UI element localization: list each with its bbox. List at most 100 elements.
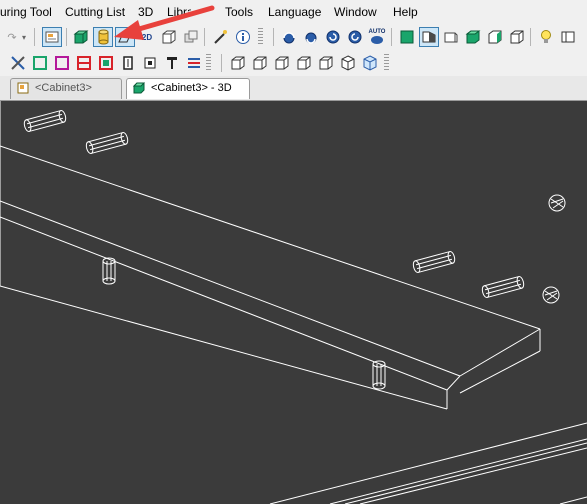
dowel-group xyxy=(23,109,566,390)
front-view-button[interactable] xyxy=(397,27,417,47)
rotate-down-button[interactable] xyxy=(345,27,365,47)
toolbar-grip[interactable] xyxy=(206,54,211,72)
box-outline-button[interactable] xyxy=(159,27,179,47)
tab-cabinet3-3d[interactable]: <Cabinet3> - 3D xyxy=(126,78,250,99)
rotate-up-icon xyxy=(305,32,317,44)
cube-icon xyxy=(319,56,333,70)
rotate-down-icon xyxy=(348,30,362,44)
wireframe-view-button[interactable] xyxy=(115,27,135,47)
wireframe-scene xyxy=(0,101,587,504)
magic-wand-button[interactable] xyxy=(210,27,230,47)
iso-view-button[interactable] xyxy=(485,27,505,47)
layers-button[interactable] xyxy=(184,53,204,73)
menu-cutting-list[interactable]: Cutting List xyxy=(65,5,125,19)
cube-view-4-button[interactable] xyxy=(294,53,314,73)
solid-box-icon xyxy=(73,30,89,44)
box-view-button[interactable] xyxy=(507,27,527,47)
layers-icon xyxy=(188,58,200,68)
auto-rotate-button[interactable]: AUTO xyxy=(367,27,387,47)
tab-label: <Cabinet3> - 3D xyxy=(151,82,232,94)
hardware-button[interactable] xyxy=(140,53,160,73)
iso-cube-blue-button[interactable] xyxy=(360,53,380,73)
menu-library[interactable]: Library xyxy=(167,5,191,19)
iso-cube-icon xyxy=(341,55,355,71)
tab-cabinet3[interactable]: <Cabinet3> xyxy=(10,78,122,99)
screw-button[interactable] xyxy=(162,53,182,73)
light-bulb-button[interactable] xyxy=(536,27,556,47)
toolbar-grip[interactable] xyxy=(384,54,389,72)
wireframe-icon xyxy=(118,32,132,43)
tools-cross-button[interactable] xyxy=(8,53,28,73)
menu-measuring-tool[interactable]: uring Tool xyxy=(0,5,52,19)
box-icon xyxy=(510,30,524,44)
cube-view-2-button[interactable] xyxy=(250,53,270,73)
menu-bar: uring Tool Cutting List 3D Library Tools… xyxy=(0,0,587,24)
copy-view-button[interactable] xyxy=(181,27,201,47)
solid-view-button[interactable] xyxy=(71,27,91,47)
auto-rotate-icon xyxy=(371,36,383,44)
cube-icon xyxy=(275,56,289,70)
cross-tools-icon xyxy=(11,56,25,70)
menu-tools[interactable]: Tools xyxy=(225,5,253,19)
side-panel-wireframe xyxy=(269,422,587,504)
menu-language[interactable]: Language xyxy=(268,5,321,19)
dowel-vertical-1 xyxy=(102,257,116,285)
redo-dropdown-icon[interactable]: ▾ xyxy=(18,27,30,47)
green-frame-icon xyxy=(33,56,47,70)
tab-label: <Cabinet3> xyxy=(35,82,92,94)
properties-icon xyxy=(45,31,59,43)
red-frame-icon xyxy=(77,56,91,70)
cylinder-icon xyxy=(98,29,109,45)
info-icon xyxy=(236,30,250,44)
cube-icon xyxy=(253,56,267,70)
info-button[interactable] xyxy=(233,27,253,47)
rotate-right-button[interactable] xyxy=(323,27,343,47)
view-2d-button[interactable]: 2D xyxy=(137,27,157,47)
panel-view-button[interactable] xyxy=(558,27,578,47)
dowel-2 xyxy=(85,131,129,155)
cube-view-1-button[interactable] xyxy=(228,53,248,73)
main-toolbar: ↷ ▾ 2D AUTO xyxy=(0,24,587,50)
3d-cube-icon xyxy=(133,82,145,94)
toolbar-separator xyxy=(34,28,35,46)
screw-icon xyxy=(167,57,177,69)
panel-icon xyxy=(561,31,575,43)
divider-icon xyxy=(123,56,133,70)
cube-view-5-button[interactable] xyxy=(316,53,336,73)
red-panel-button[interactable] xyxy=(74,53,94,73)
green-box-icon xyxy=(465,30,481,44)
toolbar-separator xyxy=(273,28,274,46)
dowel-1 xyxy=(23,109,67,133)
rotate-right-icon xyxy=(326,30,340,44)
rotate-left-button[interactable] xyxy=(279,27,299,47)
back-view-button[interactable] xyxy=(441,27,461,47)
menu-3d[interactable]: 3D xyxy=(138,5,153,19)
light-bulb-icon xyxy=(541,30,551,43)
magic-wand-icon xyxy=(214,30,227,44)
menu-window[interactable]: Window xyxy=(334,5,377,19)
top-view-button[interactable] xyxy=(463,27,483,47)
toolbar-separator xyxy=(391,28,392,46)
3d-viewport[interactable] xyxy=(0,101,587,504)
multicolor-frame-icon xyxy=(99,56,113,70)
iso-cube-button[interactable] xyxy=(338,53,358,73)
side-view-button[interactable] xyxy=(419,27,439,47)
divider-button[interactable] xyxy=(118,53,138,73)
dowel-4 xyxy=(481,275,525,299)
toolbar-separator xyxy=(66,28,67,46)
toolbar-grip[interactable] xyxy=(258,28,263,46)
properties-button[interactable] xyxy=(42,27,62,47)
cube-view-3-button[interactable] xyxy=(272,53,292,73)
iso-cube-blue-icon xyxy=(363,55,377,71)
menu-help[interactable]: Help xyxy=(393,5,418,19)
toolbar-separator xyxy=(221,54,222,72)
green-panel-button[interactable] xyxy=(30,53,50,73)
multicolor-panel-button[interactable] xyxy=(96,53,116,73)
magenta-panel-button[interactable] xyxy=(52,53,72,73)
rotate-left-icon xyxy=(283,32,295,44)
document-icon xyxy=(17,82,29,94)
rotate-up-button[interactable] xyxy=(301,27,321,47)
toolbar-separator xyxy=(204,28,205,46)
cylinder-view-button[interactable] xyxy=(93,27,113,47)
document-tabs: <Cabinet3> <Cabinet3> - 3D xyxy=(0,76,587,101)
